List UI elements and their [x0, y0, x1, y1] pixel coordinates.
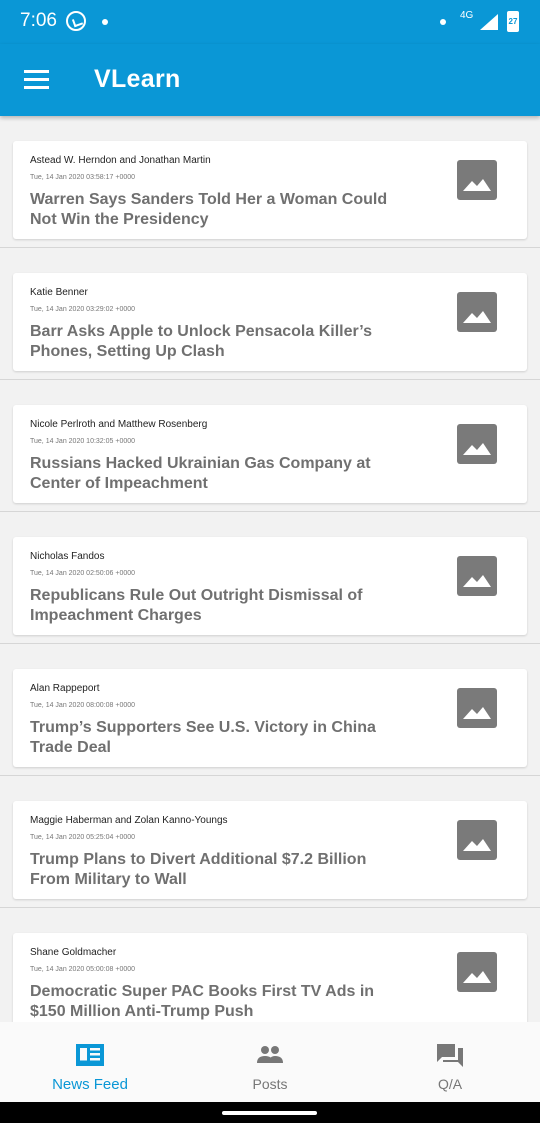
news-card[interactable]: Maggie Haberman and Zolan Kanno-Youngs T… — [13, 801, 527, 899]
article-date: Tue, 14 Jan 2020 03:58:17 +0000 — [30, 174, 136, 181]
image-placeholder-icon — [457, 688, 497, 728]
article-date: Tue, 14 Jan 2020 10:32:05 +0000 — [30, 438, 136, 445]
article-author: Maggie Haberman and Zolan Kanno-Youngs — [30, 815, 228, 826]
nav-qa[interactable]: Q/A — [360, 1022, 540, 1102]
image-placeholder-icon — [457, 424, 497, 464]
article-author: Alan Rappeport — [30, 683, 100, 694]
status-time: 7:06 — [20, 10, 57, 31]
system-navigation-bar — [0, 1102, 540, 1123]
nav-qa-label: Q/A — [437, 1076, 463, 1092]
network-type: 4G — [460, 10, 474, 21]
home-gesture-handle[interactable] — [222, 1111, 317, 1115]
nav-posts[interactable]: Posts — [180, 1022, 360, 1102]
article-author: Shane Goldmacher — [30, 947, 117, 958]
article-author: Nicholas Fandos — [30, 551, 105, 562]
article-date: Tue, 14 Jan 2020 05:25:04 +0000 — [30, 834, 136, 841]
article-title: Republicans Rule Out Outright Dismissal … — [30, 587, 363, 624]
app-title: VLearn — [94, 65, 181, 93]
list-item[interactable]: Maggie Haberman and Zolan Kanno-Youngs T… — [0, 776, 540, 908]
news-card[interactable]: Katie Benner Tue, 14 Jan 2020 03:29:02 +… — [13, 273, 527, 371]
news-card[interactable]: Alan Rappeport Tue, 14 Jan 2020 08:00:08… — [13, 669, 527, 767]
article-date: Tue, 14 Jan 2020 03:29:02 +0000 — [30, 306, 136, 313]
list-item[interactable]: Nicholas Fandos Tue, 14 Jan 2020 02:50:0… — [0, 512, 540, 644]
news-feed-list[interactable]: Astead W. Herndon and Jonathan Martin Tu… — [0, 116, 540, 1022]
news-card[interactable]: Nicholas Fandos Tue, 14 Jan 2020 02:50:0… — [13, 537, 527, 635]
list-item[interactable]: Shane Goldmacher Tue, 14 Jan 2020 05:00:… — [0, 908, 540, 1022]
list-item[interactable]: Alan Rappeport Tue, 14 Jan 2020 08:00:08… — [0, 644, 540, 776]
image-placeholder-icon — [457, 292, 497, 332]
list-item[interactable]: Astead W. Herndon and Jonathan Martin Tu… — [0, 116, 540, 248]
hamburger-menu-icon[interactable] — [24, 70, 49, 89]
article-author: Nicole Perlroth and Matthew Rosenberg — [30, 419, 208, 430]
article-date: Tue, 14 Jan 2020 08:00:08 +0000 — [30, 702, 136, 709]
news-card[interactable]: Astead W. Herndon and Jonathan Martin Tu… — [13, 141, 527, 239]
image-placeholder-icon — [457, 556, 497, 596]
article-title: Trump Plans to Divert Additional $7.2 Bi… — [30, 851, 367, 888]
signal-icon — [480, 14, 498, 30]
chat-icon — [435, 1042, 465, 1068]
list-item[interactable]: Nicole Perlroth and Matthew Rosenberg Tu… — [0, 380, 540, 512]
nav-news-feed-label: News Feed — [52, 1076, 128, 1093]
whatsapp-icon — [66, 11, 86, 31]
article-title: Warren Says Sanders Told Her a Woman Cou… — [30, 191, 388, 228]
image-placeholder-icon — [457, 952, 497, 992]
article-date: Tue, 14 Jan 2020 05:00:08 +0000 — [30, 966, 136, 973]
news-card[interactable]: Nicole Perlroth and Matthew Rosenberg Tu… — [13, 405, 527, 503]
news-card[interactable]: Shane Goldmacher Tue, 14 Jan 2020 05:00:… — [13, 933, 527, 1022]
notification-dot-icon — [102, 19, 108, 25]
image-placeholder-icon — [457, 820, 497, 860]
news-feed-icon — [75, 1042, 105, 1068]
bottom-navigation: News Feed Posts Q/A — [0, 1022, 540, 1102]
article-author: Katie Benner — [30, 287, 88, 298]
article-title: Russians Hacked Ukrainian Gas Company at… — [30, 455, 371, 492]
nav-news-feed[interactable]: News Feed — [0, 1022, 180, 1102]
article-title: Trump’s Supporters See U.S. Victory in C… — [30, 719, 376, 756]
article-author: Astead W. Herndon and Jonathan Martin — [30, 155, 211, 166]
image-placeholder-icon — [457, 160, 497, 200]
battery-icon: 27 — [507, 11, 519, 32]
app-bar: VLearn — [0, 44, 540, 116]
status-bar: 7:06 4G 27 — [0, 0, 540, 44]
article-title: Barr Asks Apple to Unlock Pensacola Kill… — [30, 323, 373, 360]
nav-posts-label: Posts — [252, 1076, 288, 1092]
people-icon — [255, 1042, 285, 1068]
status-dot-icon — [440, 19, 446, 25]
article-title: Democratic Super PAC Books First TV Ads … — [30, 983, 375, 1020]
list-item[interactable]: Katie Benner Tue, 14 Jan 2020 03:29:02 +… — [0, 248, 540, 380]
article-date: Tue, 14 Jan 2020 02:50:06 +0000 — [30, 570, 136, 577]
